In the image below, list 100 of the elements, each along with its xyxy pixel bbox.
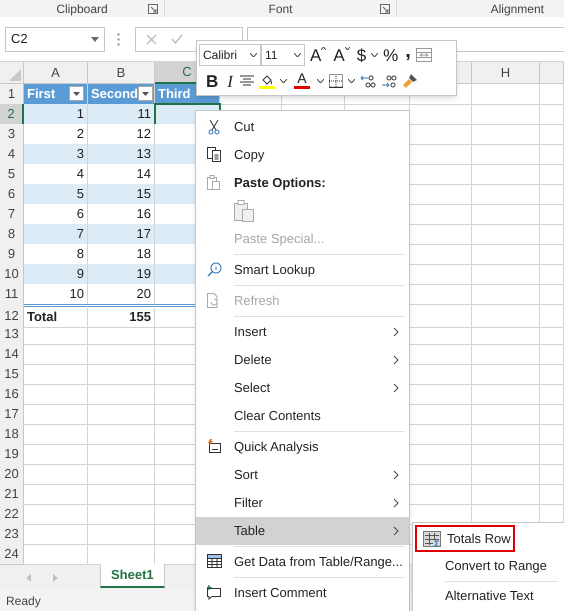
menu-item[interactable]: Cut (196, 113, 409, 141)
row-header[interactable]: 16 (0, 384, 24, 404)
row-header[interactable]: 21 (0, 484, 24, 504)
percent-button[interactable]: % (381, 45, 400, 65)
chevron-right-icon (393, 383, 399, 393)
row-header[interactable]: 14 (0, 344, 24, 364)
font-size-dropdown[interactable]: 11 (261, 44, 305, 66)
row-header[interactable]: 1 (0, 84, 24, 104)
dialog-launcher-icon[interactable] (380, 4, 390, 14)
grid-cell (472, 104, 540, 124)
table-cell: 5 (24, 184, 88, 204)
table-cell: 20 (88, 284, 155, 304)
menu-item[interactable]: Get Data from Table/Range... (196, 545, 409, 576)
menu-item[interactable]: Quick Analysis (196, 430, 409, 461)
merge-cells-icon[interactable] (416, 48, 432, 62)
grid-cell (472, 224, 540, 244)
grid-cell (540, 424, 564, 444)
caret-down-icon[interactable] (371, 53, 378, 57)
close-icon (146, 34, 157, 44)
row-header[interactable]: 4 (0, 144, 24, 164)
currency-button[interactable]: $ (354, 45, 368, 65)
table-cell: 7 (24, 224, 88, 244)
font-name-dropdown[interactable]: Calibri (199, 44, 261, 66)
chevron-right-icon (393, 470, 399, 480)
column-header[interactable]: H (472, 62, 540, 84)
grid-cell (540, 124, 564, 144)
name-box[interactable]: C2 (5, 26, 105, 52)
row-header[interactable]: 11 (0, 284, 24, 304)
submenu-item[interactable]: Totals Row (415, 525, 515, 552)
table-cell: 4 (24, 164, 88, 184)
shrink-font-button[interactable]: A (331, 45, 352, 65)
grow-font-button[interactable]: A (308, 45, 328, 65)
submenu-item[interactable]: Convert to Range (413, 552, 564, 579)
row-header[interactable]: 3 (0, 124, 24, 144)
table-header-cell-text: Second (91, 85, 138, 103)
italic-button[interactable]: I (225, 71, 235, 91)
filter-dropdown-icon[interactable] (69, 86, 84, 102)
row-header[interactable]: 20 (0, 464, 24, 484)
dialog-launcher-icon[interactable] (148, 4, 158, 14)
chevron-right-icon (393, 327, 399, 337)
row-header[interactable]: 9 (0, 244, 24, 264)
table-cell: 1 (24, 104, 88, 124)
menu-item[interactable]: Filter (196, 489, 409, 517)
fill-color-icon[interactable] (258, 73, 275, 89)
table-cell: 8 (24, 244, 88, 264)
caret-up-icon (321, 47, 326, 50)
caret-down-icon[interactable] (316, 79, 324, 83)
menu-item[interactable]: Table (196, 517, 409, 545)
menu-item[interactable]: Insert (196, 315, 409, 346)
row-header[interactable]: 18 (0, 424, 24, 444)
row-header[interactable]: 15 (0, 364, 24, 384)
decrease-decimal-icon[interactable] (380, 74, 397, 88)
caret-down-icon[interactable] (280, 79, 287, 83)
filter-dropdown-icon[interactable] (138, 86, 153, 102)
font-color-button[interactable]: A (292, 71, 312, 91)
grid-cell (472, 304, 540, 328)
menu-item[interactable]: Smart Lookup (196, 253, 409, 284)
menu-item[interactable]: Sort (196, 461, 409, 489)
center-align-icon[interactable] (240, 75, 254, 87)
row-header[interactable]: 7 (0, 204, 24, 224)
group-label: Font (268, 0, 292, 18)
sheet-tab[interactable]: Sheet1 (100, 564, 165, 588)
row-header[interactable]: 19 (0, 444, 24, 464)
group-label: Alignment (490, 0, 544, 18)
grid-cell (24, 484, 88, 504)
borders-icon[interactable] (328, 74, 343, 88)
row-header[interactable]: 22 (0, 504, 24, 524)
table-icon (207, 554, 223, 570)
grid-cell (540, 84, 564, 104)
row-header[interactable]: 10 (0, 264, 24, 284)
table-cell: 2 (24, 124, 88, 144)
grid-cell (24, 524, 88, 544)
grid-cell (472, 204, 540, 224)
increase-decimal-icon[interactable] (360, 74, 376, 88)
comma-style-button[interactable]: , (403, 41, 413, 61)
format-painter-icon[interactable] (402, 73, 418, 89)
row-header[interactable]: 5 (0, 164, 24, 184)
submenu-item[interactable]: Alternative Text (413, 579, 564, 609)
menu-item[interactable]: Select (196, 374, 409, 402)
table-header-cell-text: First (27, 85, 56, 103)
chevron-right-icon (393, 526, 399, 536)
row-header[interactable]: 17 (0, 404, 24, 424)
row-header[interactable]: 6 (0, 184, 24, 204)
grid-cell (472, 384, 540, 404)
row-header[interactable]: 13 (0, 324, 24, 344)
row-header[interactable]: 8 (0, 224, 24, 244)
menu-item[interactable]: Insert Comment (196, 576, 409, 607)
caret-down-icon[interactable] (348, 79, 355, 83)
row-header[interactable]: 24 (0, 544, 24, 564)
row-header[interactable]: 2 (0, 104, 24, 124)
copy-icon (207, 147, 223, 163)
menu-item[interactable]: Delete (196, 346, 409, 374)
clipboard-icon (207, 175, 223, 191)
menu-item[interactable]: Clear Contents (196, 402, 409, 430)
row-header[interactable]: 23 (0, 524, 24, 544)
grid-cell (540, 344, 564, 364)
grid-cell (472, 244, 540, 264)
table-cell: 17 (88, 224, 155, 244)
grid-cell (24, 404, 88, 424)
menu-item[interactable]: Copy (196, 141, 409, 169)
